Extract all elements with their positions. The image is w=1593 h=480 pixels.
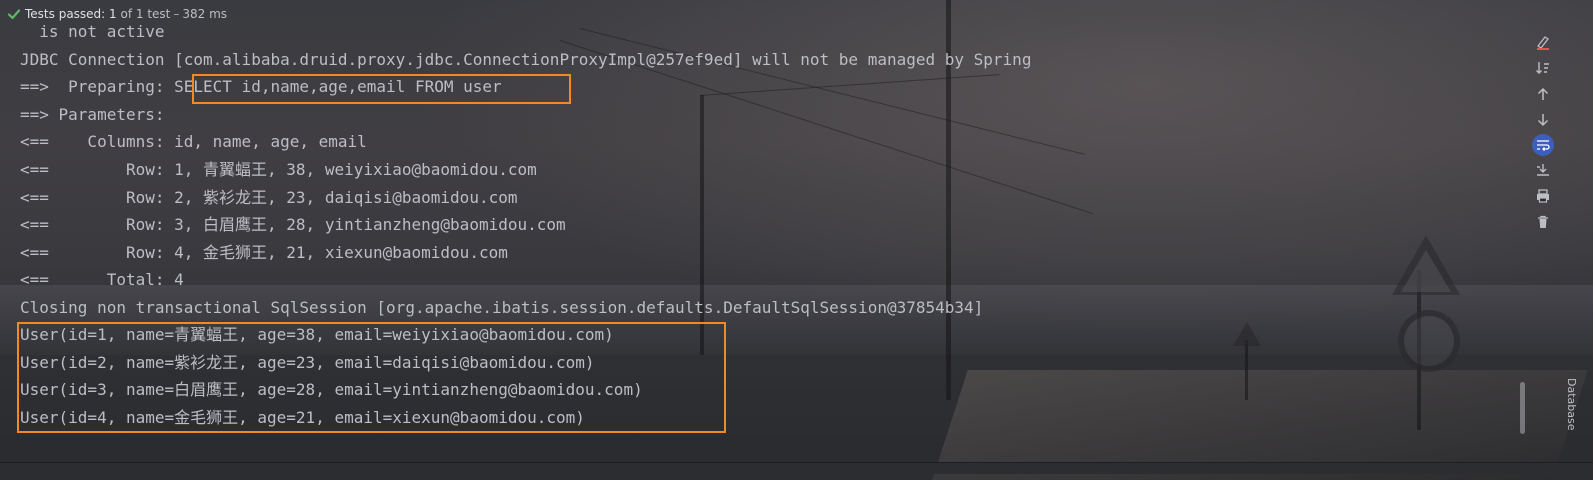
down-arrow-icon[interactable] [1533,110,1553,130]
console-line: <== Row: 2, 紫衫龙王, 23, daiqisi@baomidou.c… [20,188,518,207]
sql-highlight-box [192,74,571,104]
console-scrollbar[interactable] [1519,28,1525,438]
sort-icon[interactable] [1533,58,1553,78]
console-line: <== Total: 4 [20,270,184,289]
console-line: <== Row: 3, 白眉鹰王, 28, yintianzheng@baomi… [20,215,566,234]
console-line: JDBC Connection [com.alibaba.druid.proxy… [20,50,1032,69]
console-line: Closing non transactional SqlSession [or… [20,298,984,317]
result-highlight-box [17,322,726,433]
soft-wrap-icon[interactable] [1532,134,1554,156]
console-line: ==> Parameters: [20,105,175,124]
side-tab-label: Database [1565,378,1578,431]
up-arrow-icon[interactable] [1533,84,1553,104]
bottom-tool-strip [0,463,1593,474]
side-tab-database[interactable]: Database [1562,372,1584,452]
console-line: <== Row: 4, 金毛狮王, 21, xiexun@baomidou.co… [20,243,508,262]
console-line: <== Row: 1, 青翼蝠王, 38, weiyixiao@baomidou… [20,160,537,179]
console-line: <== Columns: id, name, age, email [20,132,367,151]
console-scrollbar-thumb[interactable] [1520,382,1525,434]
trash-icon[interactable] [1533,212,1553,232]
scroll-to-end-icon[interactable] [1533,160,1553,180]
clear-all-icon[interactable] [1533,32,1553,52]
console-line: is not active [20,22,165,41]
print-icon[interactable] [1533,186,1553,206]
console-toolbar [1527,28,1559,238]
